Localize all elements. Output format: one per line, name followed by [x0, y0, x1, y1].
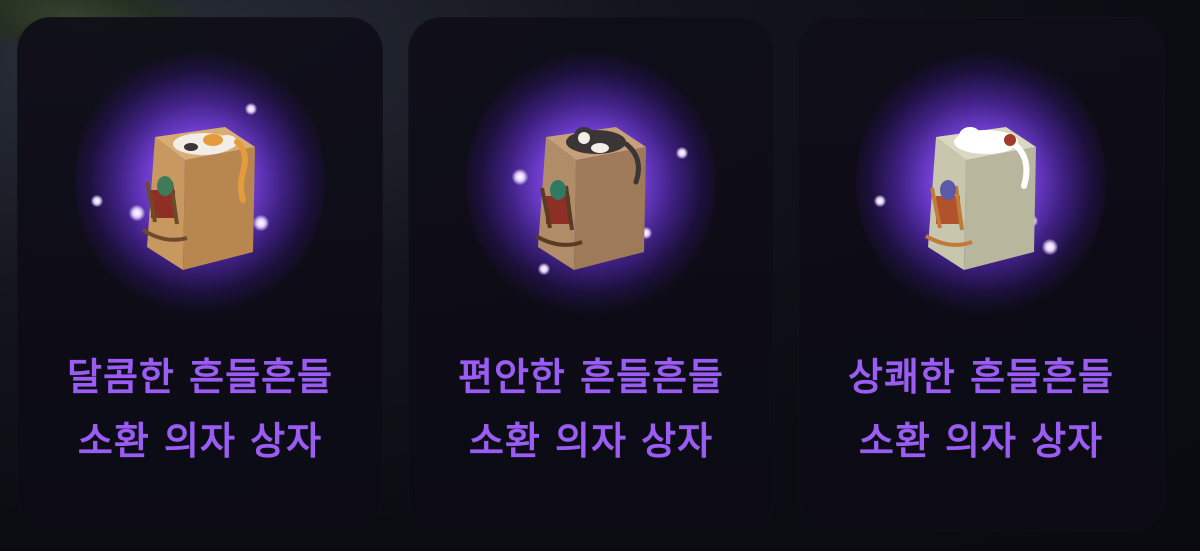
- card-title: 달콤한 흔들흔들 소환 의자 상자: [17, 345, 383, 473]
- calico-cat-chair-box-icon: [141, 127, 255, 270]
- card-title-line2: 소환 의자 상자: [858, 419, 1104, 463]
- summon-chair-box-card-comfy[interactable]: 편안한 흔들흔들 소환 의자 상자: [408, 17, 774, 531]
- card-title: 편안한 흔들흔들 소환 의자 상자: [408, 345, 774, 473]
- white-cat-chair-box-icon: [924, 127, 1036, 270]
- sparkle: [874, 195, 886, 207]
- card-title-line2: 소환 의자 상자: [468, 419, 714, 463]
- card-title-line1: 편안한 흔들흔들: [458, 355, 724, 399]
- card-title-line1: 상쾌한 흔들흔들: [848, 355, 1114, 399]
- card-title-line2: 소환 의자 상자: [77, 419, 323, 463]
- sparkle: [91, 195, 103, 207]
- card-title: 상쾌한 흔들흔들 소환 의자 상자: [798, 345, 1164, 473]
- card-title-line1: 달콤한 흔들흔들: [67, 355, 333, 399]
- summon-chair-box-card-sweet[interactable]: 달콤한 흔들흔들 소환 의자 상자: [17, 17, 383, 531]
- sparkle: [676, 147, 688, 159]
- tuxedo-cat-chair-box-icon: [534, 127, 646, 270]
- summon-chair-box-card-fresh[interactable]: 상쾌한 흔들흔들 소환 의자 상자: [798, 17, 1164, 531]
